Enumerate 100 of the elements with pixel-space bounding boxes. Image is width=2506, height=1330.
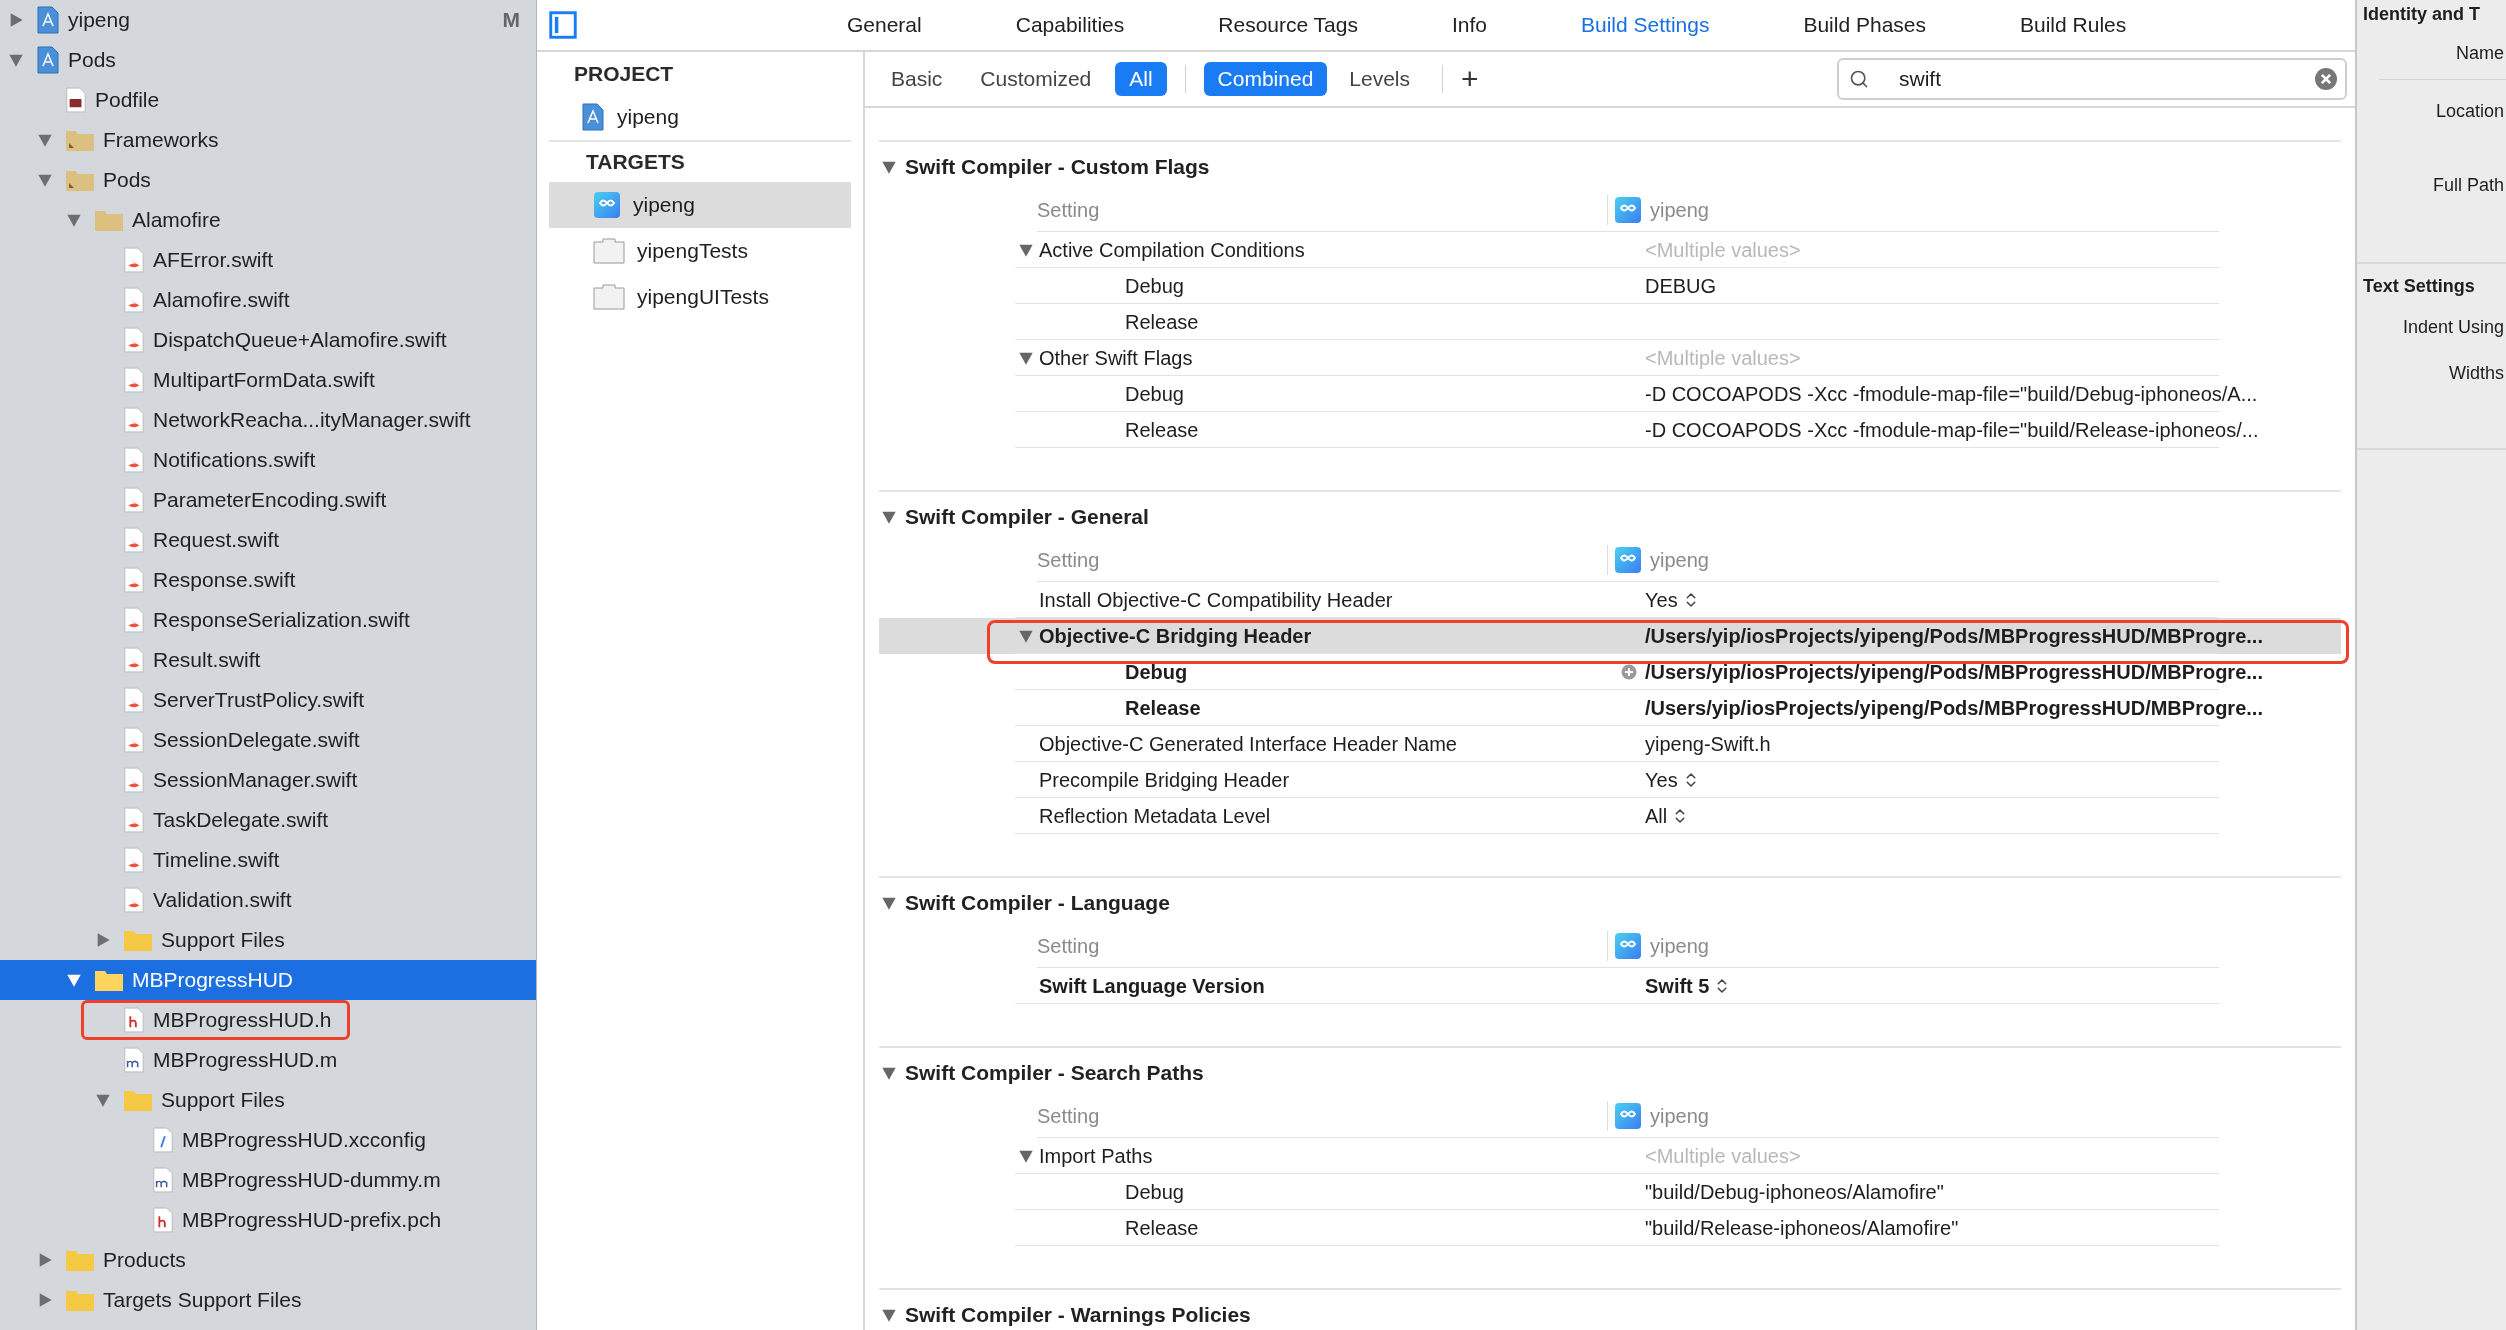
- setting-row[interactable]: Release "build/Release-iphoneos/Alamofire": [879, 1210, 2341, 1246]
- navigator-item[interactable]: MBProgressHUD: [0, 960, 536, 1000]
- disclosure-triangle-icon[interactable]: [8, 12, 24, 28]
- navigator-item[interactable]: ResponseSerialization.swift: [0, 600, 536, 640]
- navigator-item[interactable]: Result.swift: [0, 640, 536, 680]
- setting-name: Install Objective-C Compatibility Header: [1039, 588, 1393, 611]
- editor-tab[interactable]: Info: [1452, 9, 1487, 41]
- navigator-item[interactable]: MBProgressHUD.xcconfig: [0, 1120, 536, 1160]
- setting-row[interactable]: Release -D COCOAPODS -Xcc -fmodule-map-file="build/Release-iphoneos/...: [879, 412, 2341, 448]
- navigator-item[interactable]: yipeng M: [0, 0, 536, 40]
- swift-file-icon: [123, 727, 145, 753]
- app-icon: [1614, 195, 1642, 224]
- navigator-item[interactable]: Alamofire: [0, 200, 536, 240]
- disclosure-triangle-icon[interactable]: [881, 159, 897, 175]
- navigator-item[interactable]: SessionManager.swift: [0, 760, 536, 800]
- disclosure-triangle-icon[interactable]: [66, 972, 82, 988]
- clear-icon[interactable]: [2315, 68, 2337, 90]
- setting-row[interactable]: Reflection Metadata Level All: [879, 798, 2341, 834]
- disclosure-triangle-icon[interactable]: [37, 132, 53, 148]
- navigator-item[interactable]: TaskDelegate.swift: [0, 800, 536, 840]
- target-item[interactable]: yipengTests: [549, 228, 851, 274]
- setting-row[interactable]: Active Compilation Conditions <Multiple values>: [879, 232, 2341, 268]
- target-name: yipeng: [633, 192, 695, 219]
- disclosure-triangle-icon[interactable]: [66, 212, 82, 228]
- setting-row[interactable]: Debug /Users/yip/iosProjects/yipeng/Pods/MBProgressHUD/MBProgre...: [879, 654, 2341, 690]
- disclosure-triangle-icon[interactable]: [95, 932, 111, 948]
- filter-toggle[interactable]: Levels: [1335, 62, 1425, 96]
- navigator-item[interactable]: DispatchQueue+Alamofire.swift: [0, 320, 536, 360]
- navigator-item[interactable]: MultipartFormData.swift: [0, 360, 536, 400]
- navigator-item[interactable]: Products: [0, 1240, 536, 1280]
- navigator-item[interactable]: Pods: [0, 40, 536, 80]
- setting-row[interactable]: Debug -D COCOAPODS -Xcc -fmodule-map-file="build/Debug-iphoneos/A...: [879, 376, 2341, 412]
- disclosure-triangle-icon[interactable]: [37, 1292, 53, 1308]
- navigator-item[interactable]: Frameworks: [0, 120, 536, 160]
- navigator-item[interactable]: ParameterEncoding.swift: [0, 480, 536, 520]
- search-field[interactable]: swift: [1837, 58, 2347, 100]
- setting-row[interactable]: Other Swift Flags <Multiple values>: [879, 340, 2341, 376]
- navigator-item[interactable]: Notifications.swift: [0, 440, 536, 480]
- disclosure-triangle-icon[interactable]: [37, 1252, 53, 1268]
- setting-value: <Multiple values>: [1645, 345, 1801, 371]
- filter-toggle[interactable]: Combined: [1203, 62, 1328, 96]
- sidebar-toggle-icon[interactable]: [549, 11, 577, 39]
- file-name: Validation.swift: [153, 887, 292, 914]
- disclosure-triangle-icon[interactable]: [8, 52, 24, 68]
- setting-row[interactable]: Debug "build/Debug-iphoneos/Alamofire": [879, 1174, 2341, 1210]
- navigator-item[interactable]: Support Files: [0, 1080, 536, 1120]
- setting-name: Debug: [1125, 382, 1184, 405]
- editor-tab[interactable]: Build Settings: [1581, 9, 1710, 41]
- disclosure-triangle-icon[interactable]: [37, 172, 53, 188]
- navigator-item[interactable]: Request.swift: [0, 520, 536, 560]
- editor-tab[interactable]: Build Phases: [1803, 9, 1926, 41]
- navigator-item[interactable]: Response.swift: [0, 560, 536, 600]
- add-circle-icon[interactable]: [1621, 663, 1637, 680]
- navigator-item[interactable]: Support Files: [0, 920, 536, 960]
- disclosure-triangle-icon[interactable]: [881, 1065, 897, 1081]
- navigator-item[interactable]: NetworkReacha...ityManager.swift: [0, 400, 536, 440]
- target-item[interactable]: yipengUITests: [549, 274, 851, 320]
- swift-file-icon: [123, 247, 145, 273]
- editor-tab[interactable]: Capabilities: [1015, 9, 1125, 41]
- setting-row[interactable]: Swift Language Version Swift 5: [879, 968, 2341, 1004]
- disclosure-triangle-icon[interactable]: [881, 895, 897, 911]
- setting-row[interactable]: Objective-C Bridging Header /Users/yip/iosProjects/yipeng/Pods/MBProgressHUD/MBProgre...: [879, 618, 2341, 654]
- disclosure-triangle-icon[interactable]: [95, 1092, 111, 1108]
- navigator-item[interactable]: AFError.swift: [0, 240, 536, 280]
- navigator-item[interactable]: MBProgressHUD-dummy.m: [0, 1160, 536, 1200]
- navigator-item[interactable]: Targets Support Files: [0, 1280, 536, 1320]
- navigator-item[interactable]: MBProgressHUD-prefix.pch: [0, 1200, 536, 1240]
- editor-tab[interactable]: General: [847, 9, 922, 41]
- navigator-item[interactable]: MBProgressHUD.h: [0, 1000, 536, 1040]
- inspector-section-title: Identity and T: [2363, 2, 2480, 26]
- setting-row[interactable]: Release: [879, 304, 2341, 340]
- setting-row[interactable]: Import Paths <Multiple values>: [879, 1138, 2341, 1174]
- navigator-item[interactable]: Validation.swift: [0, 880, 536, 920]
- file-name: NetworkReacha...ityManager.swift: [153, 407, 471, 434]
- add-button[interactable]: +: [1461, 64, 1479, 94]
- filter-toggle[interactable]: Basic: [877, 62, 957, 96]
- navigator-item[interactable]: Timeline.swift: [0, 840, 536, 880]
- setting-row[interactable]: Precompile Bridging Header Yes: [879, 762, 2341, 798]
- filter-toggle[interactable]: All: [1115, 62, 1167, 96]
- setting-row[interactable]: Debug DEBUG: [879, 268, 2341, 304]
- disclosure-triangle-icon[interactable]: [881, 509, 897, 525]
- navigator-item[interactable]: MBProgressHUD.m: [0, 1040, 536, 1080]
- search-icon[interactable]: [1849, 69, 1869, 89]
- navigator-item[interactable]: Podfile: [0, 80, 536, 120]
- swift-file-icon: [123, 287, 145, 313]
- editor-tab[interactable]: Build Rules: [2020, 9, 2127, 41]
- setting-row[interactable]: Objective-C Generated Interface Header Name yipeng-Swift.h: [879, 726, 2341, 762]
- disclosure-triangle-icon[interactable]: [881, 1307, 897, 1323]
- setting-row[interactable]: Release /Users/yip/iosProjects/yipeng/Pods/MBProgressHUD/MBProgre...: [879, 690, 2341, 726]
- setting-value: "build/Release-iphoneos/Alamofire": [1645, 1215, 1959, 1241]
- target-item[interactable]: yipeng: [549, 182, 851, 228]
- filter-toggle[interactable]: Customized: [966, 62, 1106, 96]
- swift-file-icon: [123, 527, 145, 553]
- navigator-item[interactable]: Pods: [0, 160, 536, 200]
- navigator-item[interactable]: ServerTrustPolicy.swift: [0, 680, 536, 720]
- navigator-item[interactable]: Alamofire.swift: [0, 280, 536, 320]
- target-item[interactable]: yipeng: [537, 94, 863, 140]
- column-header: yipeng: [1650, 547, 1709, 573]
- editor-tab[interactable]: Resource Tags: [1218, 9, 1358, 41]
- navigator-item[interactable]: SessionDelegate.swift: [0, 720, 536, 760]
